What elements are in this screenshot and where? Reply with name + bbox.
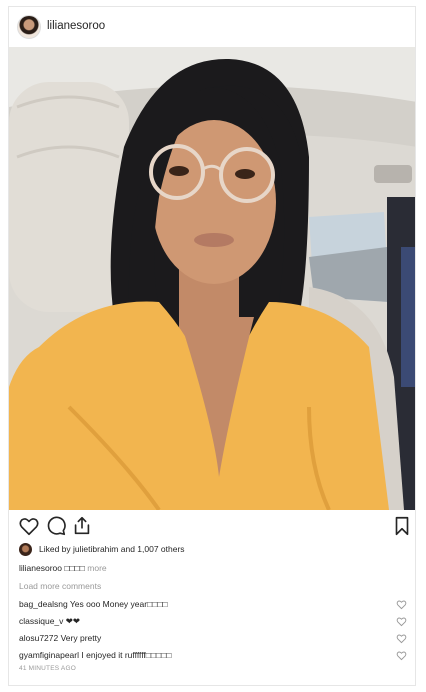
comment-heart-icon[interactable]: [396, 650, 407, 661]
comment-icon[interactable]: [45, 515, 67, 537]
comment-item: bag_dealsng Yes ooo Money year□□□□: [19, 599, 407, 613]
comment-heart-icon[interactable]: [396, 599, 407, 610]
share-icon[interactable]: [71, 515, 93, 537]
heart-icon[interactable]: [18, 515, 40, 537]
post-photo[interactable]: [9, 47, 415, 510]
post-actions: [9, 515, 415, 543]
likes-count[interactable]: Liked by julietibrahim and 1,007 others: [39, 544, 185, 554]
comment-item: alosu7272 Very pretty: [19, 633, 407, 647]
post-header: lilianesoroo: [9, 7, 415, 47]
comment-text: alosu7272 Very pretty: [19, 633, 102, 643]
post-username[interactable]: lilianesoroo: [47, 20, 105, 32]
photo-illustration: [9, 47, 415, 510]
bookmark-icon[interactable]: [391, 515, 413, 537]
caption: lilianesoroo □□□□ more: [19, 563, 107, 573]
avatar[interactable]: [17, 15, 41, 39]
comment-item: classique_v ❤❤: [19, 616, 407, 630]
caption-text: □□□□: [64, 563, 85, 573]
liker-avatar[interactable]: [19, 543, 32, 556]
comment-text: bag_dealsng Yes ooo Money year□□□□: [19, 599, 168, 609]
comment-text: gyamfiginapearl I enjoyed it ruffffff□□□…: [19, 650, 172, 660]
post-timestamp[interactable]: 41 MINUTES AGO: [19, 665, 76, 672]
comment-heart-icon[interactable]: [396, 633, 407, 644]
comment-text: classique_v ❤❤: [19, 616, 81, 626]
caption-username[interactable]: lilianesoroo: [19, 563, 62, 573]
comment-heart-icon[interactable]: [396, 616, 407, 627]
comment-item: gyamfiginapearl I enjoyed it ruffffff□□□…: [19, 650, 407, 664]
post-card: lilianesoroo Liked by julietibrahim and …: [8, 6, 416, 686]
load-more-comments[interactable]: Load more comments: [19, 581, 101, 591]
caption-more-link[interactable]: more: [87, 563, 106, 573]
